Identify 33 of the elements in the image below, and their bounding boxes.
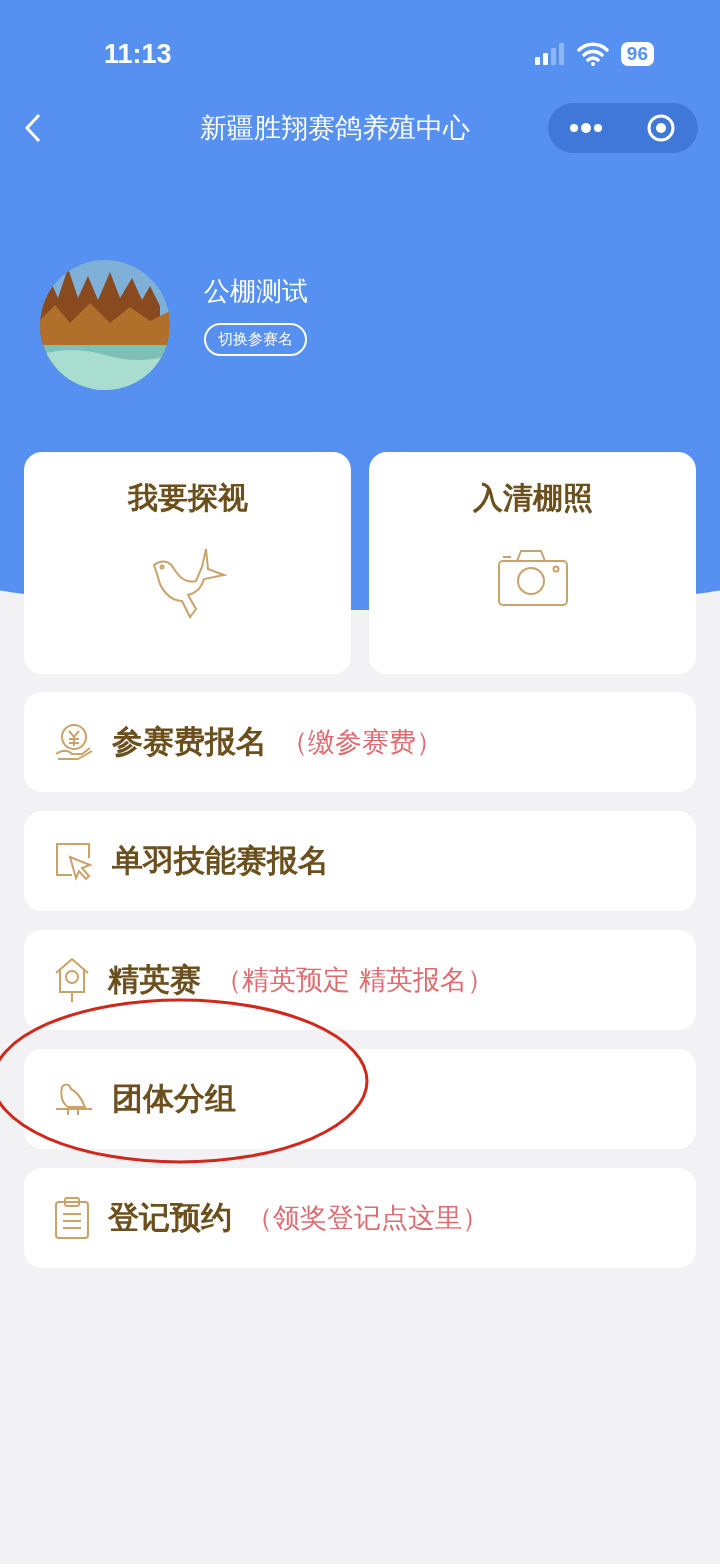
capsule-menu[interactable]	[548, 103, 698, 153]
camera-icon	[496, 547, 569, 607]
battery-level: 96	[620, 42, 654, 66]
menu-note: （领奖登记点这里）	[246, 1201, 489, 1235]
status-time: 11:13	[104, 38, 172, 70]
menu-note: （精英预定 精英报名）	[215, 963, 494, 997]
menu-row[interactable]: 团体分组	[24, 1049, 696, 1149]
tile-card[interactable]: 入清棚照	[369, 452, 696, 674]
back-icon[interactable]	[24, 113, 42, 143]
menu-label: 单羽技能赛报名	[112, 841, 329, 880]
close-icon[interactable]	[645, 113, 676, 143]
coin-hand-icon	[54, 722, 94, 762]
menu-row[interactable]: 精英赛 （精英预定 精英报名）	[24, 930, 696, 1030]
wifi-icon	[576, 42, 609, 66]
birdhouse-icon	[54, 957, 90, 1003]
tile-label: 我要探视	[127, 479, 248, 517]
signal-icon	[534, 43, 565, 65]
tile-label: 入清棚照	[472, 479, 593, 517]
page-title: 新疆胜翔赛鸽养殖中心	[199, 111, 471, 145]
menu-row[interactable]: 单羽技能赛报名	[24, 811, 696, 911]
menu-label: 精英赛	[108, 960, 201, 999]
cursor-icon	[54, 841, 94, 881]
menu-note: （缴参赛费）	[281, 725, 443, 759]
bird-icon	[54, 1081, 94, 1117]
menu-label: 参赛费报名	[112, 722, 267, 761]
menu-row[interactable]: 登记预约 （领奖登记点这里）	[24, 1168, 696, 1268]
menu-label: 登记预约	[108, 1198, 232, 1237]
more-icon[interactable]	[568, 122, 603, 134]
clipboard-icon	[54, 1196, 90, 1240]
participant-name: 公棚测试	[204, 275, 308, 308]
menu-row[interactable]: 参赛费报名 （缴参赛费）	[24, 692, 696, 792]
menu-label: 团体分组	[112, 1079, 236, 1118]
tile-card[interactable]: 我要探视	[24, 452, 351, 674]
